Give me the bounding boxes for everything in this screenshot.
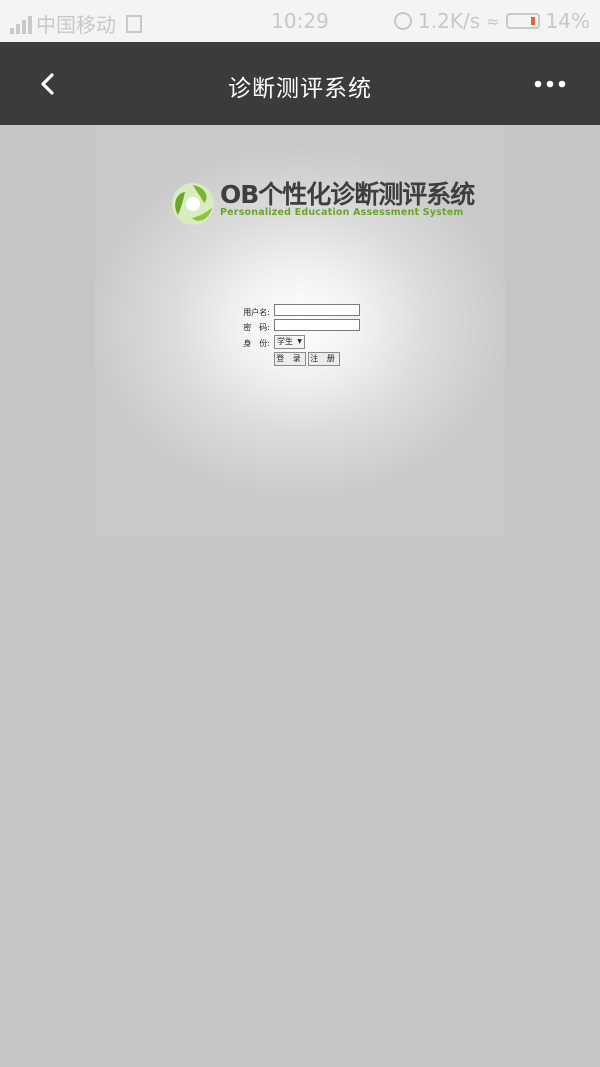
role-label: 身 份: [243,339,270,348]
logo-title: OB个性化诊断测评系统 [220,180,475,209]
status-right: 1.2K/s ≈ 14% [394,9,590,33]
logo: OB个性化诊断测评系统 Personalized Education Asses… [170,175,475,230]
password-label: 密 码: [243,323,270,332]
register-button[interactable]: 注 册 [308,352,340,366]
login-button[interactable]: 登 录 [274,352,306,366]
page-title: 诊断测评系统 [228,76,372,102]
role-select[interactable]: 学生 ▼ [274,335,305,349]
status-bar: 中国移动 10:29 1.2K/s ≈ 14% [0,0,600,42]
logo-subtitle: Personalized Education Assessment System [220,207,464,218]
page-content: OB个性化诊断测评系统 Personalized Education Asses… [0,125,600,1067]
wifi-icon: ≈ [486,11,500,31]
more-button[interactable] [530,70,570,98]
network-speed: 1.2K/s [418,9,481,33]
password-input[interactable] [274,319,360,331]
role-selected-value: 学生 [277,337,293,346]
leaf-logo-icon [172,183,214,225]
more-dots-icon [534,80,566,88]
nav-bar: 诊断测评系统 [0,42,600,125]
username-input[interactable] [274,304,360,316]
battery-icon [505,13,540,29]
alarm-icon [394,12,413,30]
dropdown-arrow-icon: ▼ [297,338,302,345]
battery-percent: 14% [545,9,590,33]
username-label: 用户名: [243,308,270,317]
